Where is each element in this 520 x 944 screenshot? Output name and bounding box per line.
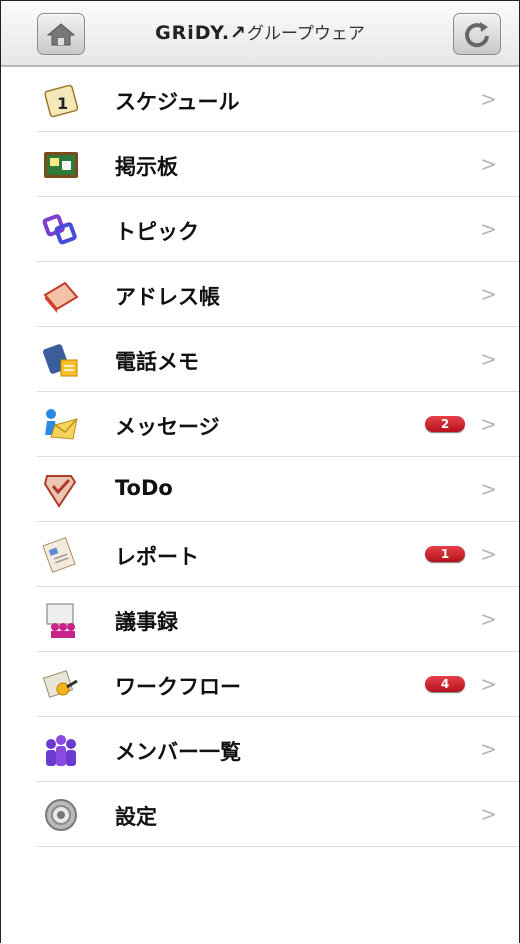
- logo-arrow-icon: .↗: [221, 22, 247, 44]
- menu-item-label: トピック: [115, 220, 199, 244]
- menu-item-label: レポート: [115, 545, 199, 569]
- refresh-button[interactable]: [453, 13, 501, 55]
- chevron-right-icon: >: [480, 607, 497, 631]
- chevron-right-icon: >: [480, 282, 497, 306]
- menu-item-label: 掲示板: [115, 155, 178, 179]
- chevron-right-icon: >: [480, 737, 497, 761]
- settings-icon: [45, 799, 77, 831]
- address-book-icon: [43, 281, 79, 313]
- logo-mark: GRiDY: [155, 22, 222, 44]
- unread-badge: 4: [425, 676, 465, 692]
- unread-badge: 1: [425, 546, 465, 562]
- chevron-right-icon: >: [480, 802, 497, 826]
- phone-memo-icon: [43, 344, 78, 377]
- menu-item[interactable]: 電話メモ >: [37, 327, 519, 392]
- menu-item[interactable]: 掲示板 >: [37, 132, 519, 197]
- menu-item[interactable]: メンバー一覧 >: [37, 717, 519, 782]
- menu-item-label: メッセージ: [115, 415, 220, 439]
- menu-item[interactable]: ワークフロー 4 >: [37, 652, 519, 717]
- menu-item-label: ToDo: [115, 476, 173, 500]
- members-icon: [46, 735, 76, 766]
- calendar-icon: 1: [44, 84, 79, 118]
- menu-item-label: スケジュール: [115, 90, 240, 114]
- logo-subtitle: グループウェア: [246, 24, 365, 44]
- chevron-right-icon: >: [480, 87, 497, 111]
- minutes-icon: [46, 603, 75, 638]
- menu-item-label: ワークフロー: [115, 675, 241, 699]
- app-logo: GRiDY.↗グループウェア: [1, 19, 519, 44]
- chevron-right-icon: >: [480, 152, 497, 176]
- workflow-icon: [42, 670, 78, 698]
- topic-icon: [42, 214, 77, 245]
- menu-item[interactable]: レポート 1 >: [37, 522, 519, 587]
- top-bar: GRiDY.↗グループウェア: [1, 1, 519, 67]
- chevron-right-icon: >: [480, 347, 497, 371]
- menu-item[interactable]: 設定 >: [37, 782, 519, 847]
- menu-item[interactable]: アドレス帳 >: [37, 262, 519, 327]
- message-icon: [45, 409, 78, 440]
- main-menu: 1 スケジュール > 掲示板 > トピック > アドレス帳 > 電話メモ > メッセージ 2 > ToDo >…: [1, 67, 519, 847]
- menu-item-label: 設定: [115, 805, 157, 829]
- menu-item[interactable]: トピック >: [37, 197, 519, 262]
- todo-icon: [43, 475, 77, 508]
- refresh-icon: [465, 22, 489, 48]
- menu-item[interactable]: ToDo >: [37, 457, 519, 522]
- svg-text:1: 1: [57, 94, 68, 113]
- menu-item[interactable]: 1 スケジュール >: [37, 67, 519, 132]
- menu-item-label: 議事録: [115, 610, 178, 634]
- unread-badge: 2: [425, 416, 465, 432]
- chevron-right-icon: >: [480, 672, 497, 696]
- menu-item-label: アドレス帳: [115, 285, 220, 309]
- app-frame: GRiDY.↗グループウェア 1 スケジュール > 掲示板 > トピック > アドレス帳 > 電話…: [0, 0, 520, 943]
- chevron-right-icon: >: [480, 477, 497, 501]
- menu-item[interactable]: メッセージ 2 >: [37, 392, 519, 457]
- chevron-right-icon: >: [480, 542, 497, 566]
- chevron-right-icon: >: [480, 412, 497, 436]
- bulletin-board-icon: [44, 152, 78, 178]
- report-icon: [42, 537, 76, 573]
- menu-item-label: 電話メモ: [115, 350, 199, 374]
- menu-item-label: メンバー一覧: [115, 740, 241, 764]
- chevron-right-icon: >: [480, 217, 497, 241]
- menu-item[interactable]: 議事録 >: [37, 587, 519, 652]
